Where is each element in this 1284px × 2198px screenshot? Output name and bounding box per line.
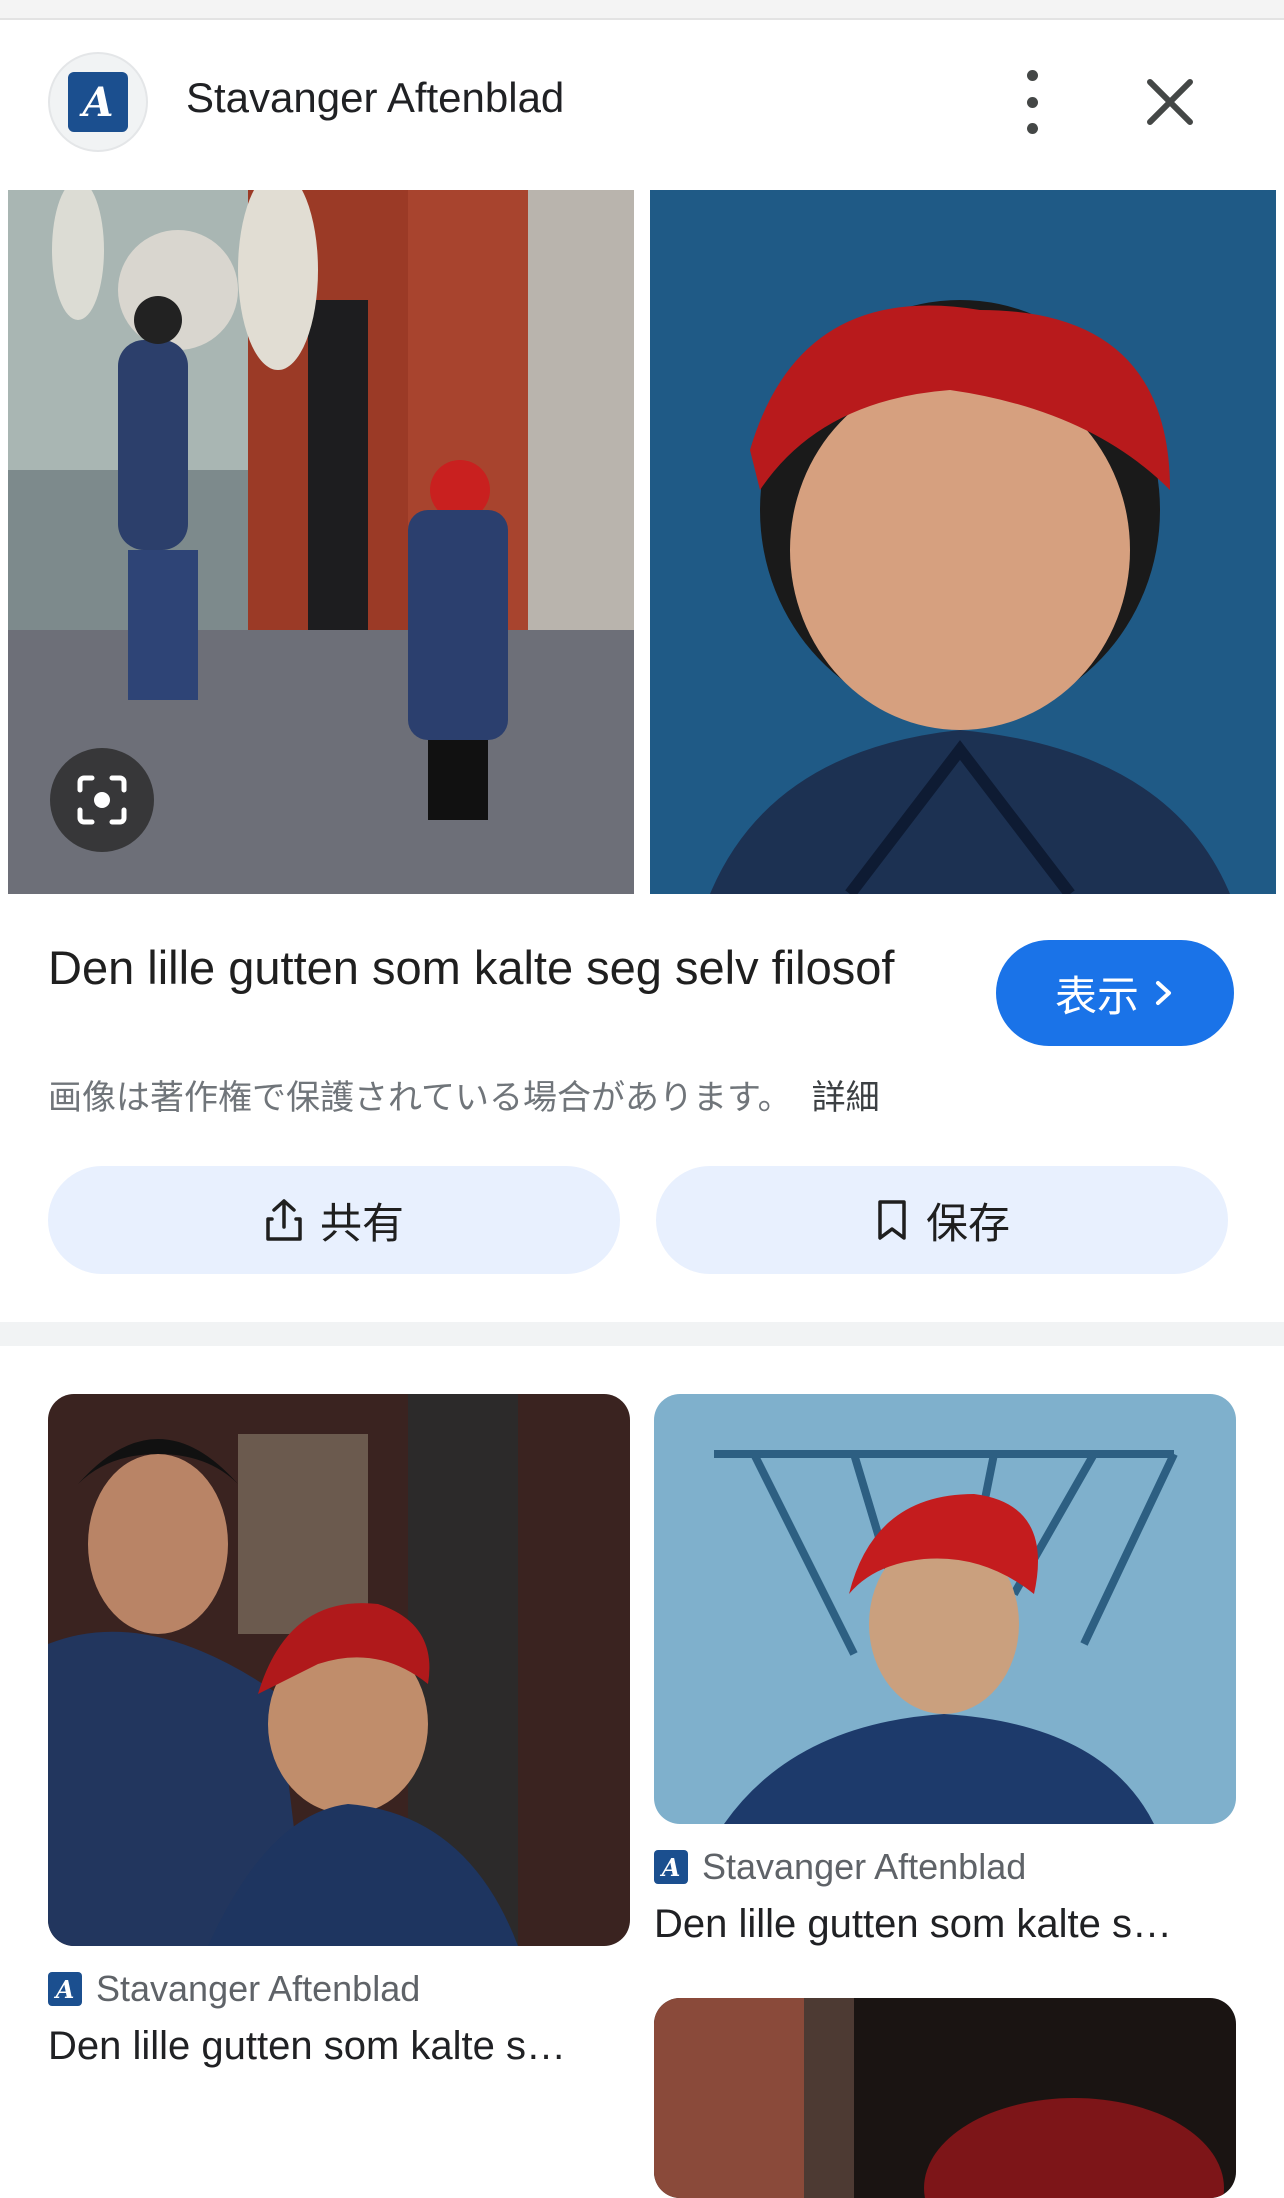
view-button-label: 表示 (1054, 972, 1139, 1020)
related-image-1[interactable] (48, 1394, 630, 1946)
copyright-text: 画像は著作権で保護されている場合があります。 (48, 1079, 792, 1117)
detail-link[interactable]: 詳細 (812, 1079, 880, 1117)
source-logo[interactable]: A (48, 52, 148, 152)
related-source-name: Stavanger Aftenblad (702, 1846, 1027, 1887)
save-button[interactable]: 保存 (656, 1166, 1228, 1274)
share-icon (266, 1199, 302, 1241)
source-logo-small: A (48, 1972, 82, 2006)
related-title-2[interactable]: Den lille gutten som kalte s… (654, 1902, 1214, 1947)
related-source-1[interactable]: A Stavanger Aftenblad (48, 1968, 420, 2010)
copyright-notice: 画像は著作権で保護されている場合があります。 詳細 (48, 1070, 880, 1119)
related-source-name: Stavanger Aftenblad (96, 1968, 421, 2009)
source-name[interactable]: Stavanger Aftenblad (186, 74, 564, 122)
lens-search-button[interactable] (50, 748, 154, 852)
camera-lens-icon (77, 775, 127, 825)
section-divider (0, 1322, 1284, 1346)
source-logo-mark: A (68, 72, 128, 132)
close-icon[interactable] (1140, 72, 1200, 132)
result-title[interactable]: Den lille gutten som kalte seg selv filo… (48, 938, 908, 998)
share-button[interactable]: 共有 (48, 1166, 620, 1274)
related-image-3[interactable] (654, 1998, 1236, 2198)
top-divider (0, 0, 1284, 20)
main-image-portrait[interactable] (650, 190, 1276, 894)
share-label: 共有 (319, 1199, 404, 1247)
related-source-2[interactable]: A Stavanger Aftenblad (654, 1846, 1026, 1888)
related-image-2[interactable] (654, 1394, 1236, 1824)
source-logo-small: A (654, 1850, 688, 1884)
view-button[interactable]: 表示 (996, 940, 1234, 1046)
bookmark-icon (878, 1200, 906, 1240)
save-label: 保存 (925, 1199, 1010, 1247)
chevron-right-icon (1156, 981, 1171, 1005)
more-vert-icon[interactable] (1010, 70, 1054, 134)
related-title-1[interactable]: Den lille gutten som kalte s… (48, 2024, 608, 2069)
